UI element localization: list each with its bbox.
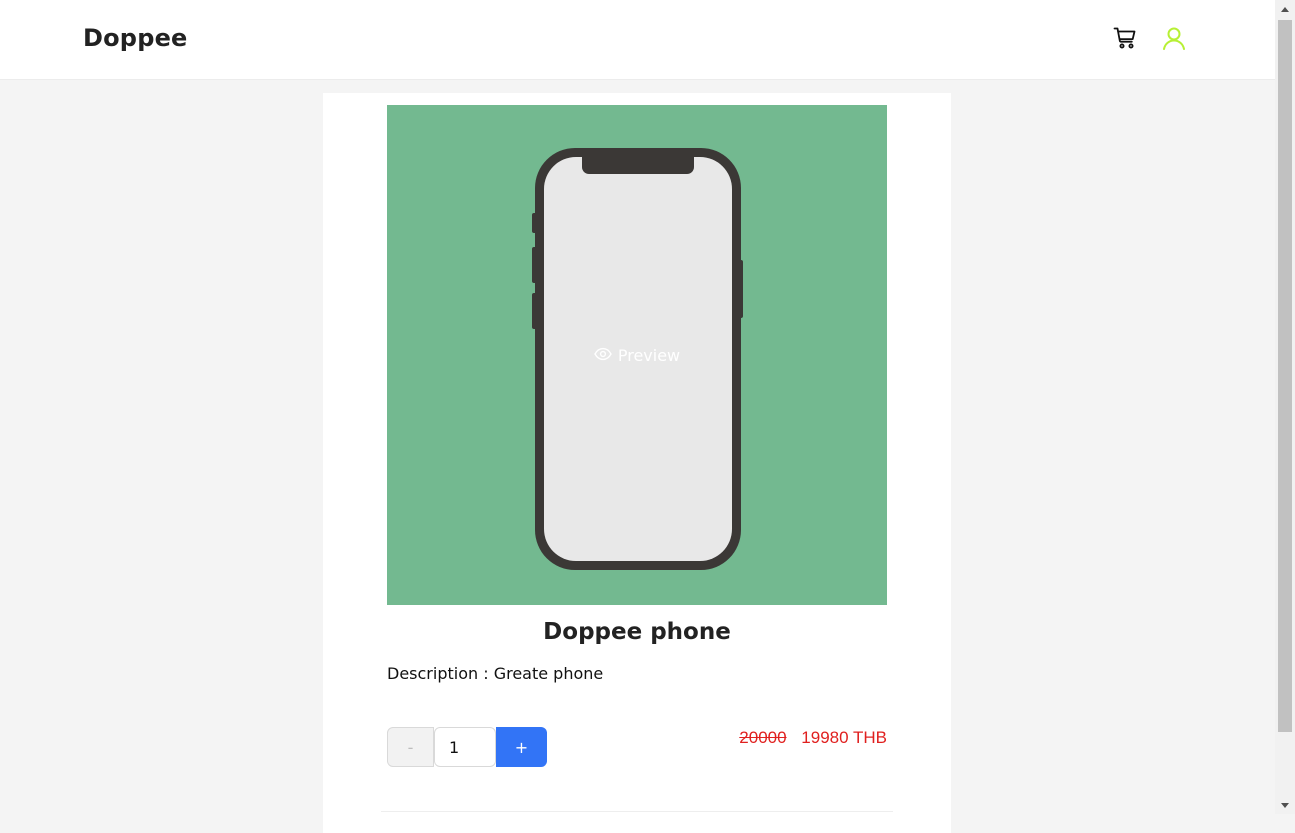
product-title: Doppee phone <box>543 619 731 645</box>
user-icon[interactable] <box>1162 26 1186 50</box>
original-price: 20000 <box>739 728 787 747</box>
preview-overlay[interactable]: Preview <box>387 105 887 605</box>
increase-quantity-button[interactable]: + <box>496 727 547 767</box>
brand-logo[interactable]: Doppee <box>83 24 188 52</box>
eye-icon <box>594 346 612 365</box>
product-image[interactable]: Preview <box>387 105 887 605</box>
discounted-price: 19980 THB <box>801 728 887 747</box>
product-description: Description : Greate phone <box>387 664 604 683</box>
preview-label: Preview <box>617 345 681 365</box>
price-display: 20000 19980 THB <box>739 728 887 748</box>
card-divider <box>381 811 893 812</box>
product-card: Preview Doppee phone Description : Great… <box>323 93 951 833</box>
scrollbar-thumb[interactable] <box>1278 20 1292 732</box>
top-navbar: Doppee <box>0 0 1275 80</box>
scroll-up-arrow-icon[interactable] <box>1275 0 1295 18</box>
shopping-cart-icon[interactable] <box>1113 26 1137 50</box>
decrease-quantity-button[interactable]: - <box>387 727 434 767</box>
quantity-input[interactable] <box>434 727 496 767</box>
vertical-scrollbar[interactable] <box>1275 0 1295 814</box>
scroll-down-arrow-icon[interactable] <box>1275 796 1295 814</box>
